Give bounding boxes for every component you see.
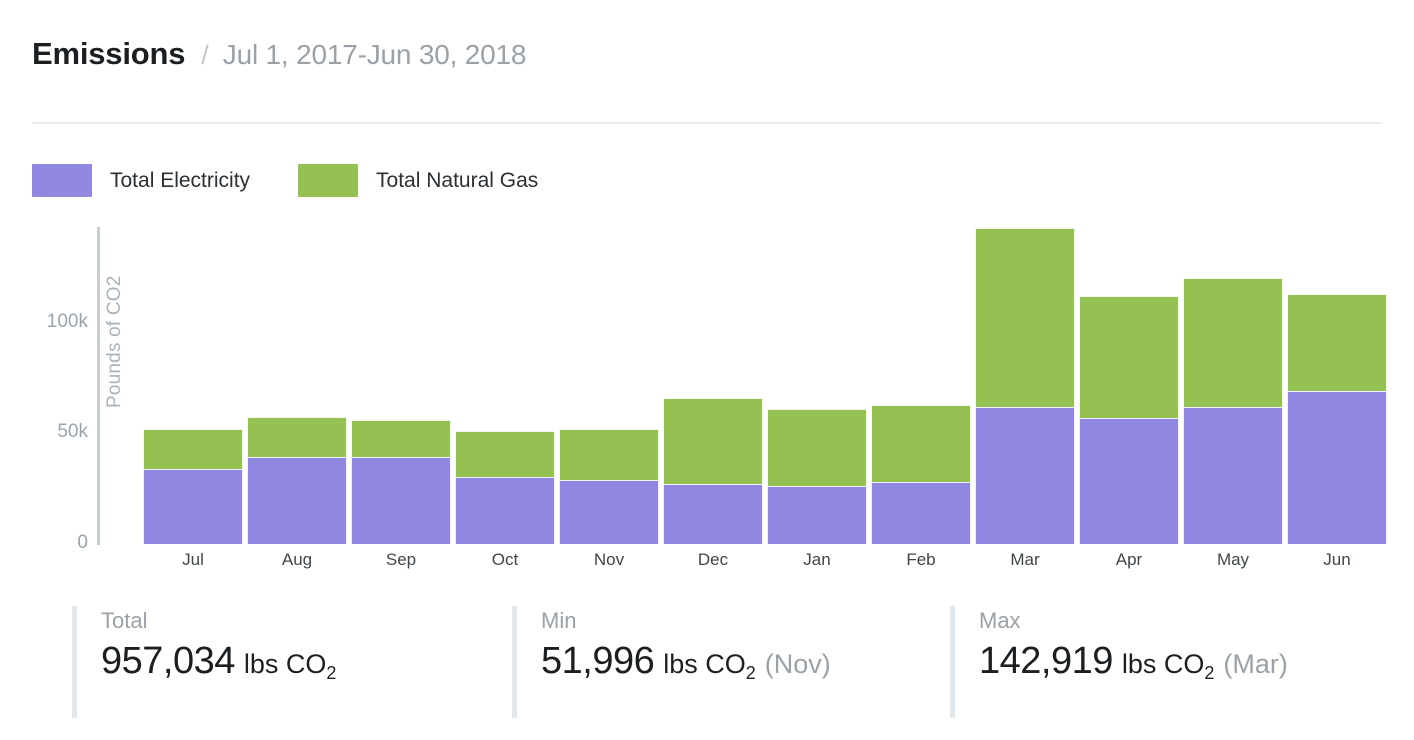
bar-segment-natural-gas[interactable] xyxy=(663,397,763,485)
x-axis-label: Jan xyxy=(803,550,831,569)
stat-label: Min xyxy=(541,608,577,633)
x-axis-label: Mar xyxy=(1010,550,1040,569)
stat-card-max: Max 142,919 lbs CO2 (Mar) xyxy=(950,606,1288,718)
y-axis-tick: 0 xyxy=(77,532,88,553)
stat-label: Total xyxy=(101,608,148,633)
x-axis-label: Apr xyxy=(1115,550,1143,569)
y-axis-tick: 100k xyxy=(46,310,88,332)
bar-segment-natural-gas[interactable] xyxy=(455,431,555,477)
x-axis-label: Oct xyxy=(491,550,519,569)
stat-value: 51,996 xyxy=(541,640,655,682)
summary-stats: Total 957,034 lbs CO2 Min 51,996 lbs CO2 (Nov)… xyxy=(0,606,1414,726)
legend-item-electricity[interactable]: Total Electricity xyxy=(32,164,250,197)
bar-segment-electricity[interactable] xyxy=(1287,391,1387,544)
stat-value-row: 957,034 lbs CO2 xyxy=(101,640,336,683)
x-axis-labels: Jul Aug Sep Oct Nov Dec Jan Feb Mar Apr May Jun xyxy=(143,550,1392,580)
legend-swatch-electricity xyxy=(32,164,92,197)
bar-group[interactable] xyxy=(663,397,763,544)
stat-divider xyxy=(72,606,77,718)
chart-plot-area xyxy=(143,212,1392,544)
breadcrumb-separator: / xyxy=(201,40,209,70)
bar-group[interactable] xyxy=(767,409,867,544)
stat-card-total: Total 957,034 lbs CO2 xyxy=(72,606,336,718)
bar-group[interactable] xyxy=(559,428,659,544)
bar-segment-electricity[interactable] xyxy=(559,479,659,544)
bar-segment-natural-gas[interactable] xyxy=(975,227,1075,407)
bar-segment-electricity[interactable] xyxy=(871,482,971,544)
bar-segment-natural-gas[interactable] xyxy=(1287,293,1387,392)
bar-segment-natural-gas[interactable] xyxy=(767,409,867,487)
bar-segment-electricity[interactable] xyxy=(1183,406,1283,544)
x-axis-label: Jun xyxy=(1323,550,1351,569)
bar-segment-electricity[interactable] xyxy=(767,486,867,544)
x-axis-label: May xyxy=(1216,550,1250,569)
chart-legend: Total Electricity Total Natural Gas xyxy=(32,164,586,197)
bar-segment-electricity[interactable] xyxy=(975,406,1075,544)
stat-unit: lbs CO2 xyxy=(663,649,756,683)
bar-group[interactable] xyxy=(455,431,555,544)
bar-segment-electricity[interactable] xyxy=(663,484,763,544)
bar-segment-natural-gas[interactable] xyxy=(871,404,971,483)
bar-group[interactable] xyxy=(1079,296,1179,544)
legend-label-natural-gas: Total Natural Gas xyxy=(376,168,539,192)
bar-segment-electricity[interactable] xyxy=(247,456,347,544)
bar-segment-natural-gas[interactable] xyxy=(351,420,451,457)
x-axis-label: Dec xyxy=(697,550,729,569)
stat-value: 142,919 xyxy=(979,640,1113,682)
bar-group[interactable] xyxy=(871,404,971,544)
bar-segment-natural-gas[interactable] xyxy=(559,428,659,480)
x-axis-label: Aug xyxy=(281,550,313,569)
stat-value-row: 142,919 lbs CO2 (Mar) xyxy=(979,640,1288,683)
bar-group[interactable] xyxy=(143,428,243,544)
bar-segment-electricity[interactable] xyxy=(1079,417,1179,544)
bar-group[interactable] xyxy=(1287,293,1387,544)
x-axis-label: Feb xyxy=(906,550,936,569)
bar-group[interactable] xyxy=(351,420,451,544)
emissions-dashboard: Emissions / Jul 1, 2017-Jun 30, 2018 Tot… xyxy=(0,0,1414,740)
x-axis-label: Sep xyxy=(385,550,417,569)
stat-card-min: Min 51,996 lbs CO2 (Nov) xyxy=(512,606,831,718)
emissions-chart: 0 50k 100k Pounds of CO2 Jul Aug Sep Oct Nov De… xyxy=(0,212,1414,582)
stat-divider xyxy=(512,606,517,718)
legend-label-electricity: Total Electricity xyxy=(110,168,251,192)
page-header: Emissions / Jul 1, 2017-Jun 30, 2018 xyxy=(32,36,526,72)
legend-item-natural-gas[interactable]: Total Natural Gas xyxy=(298,164,538,197)
bar-segment-natural-gas[interactable] xyxy=(1079,296,1179,418)
stat-label: Max xyxy=(979,608,1021,633)
y-axis-line xyxy=(97,227,100,545)
stat-note: (Nov) xyxy=(764,649,831,679)
bar-segment-natural-gas[interactable] xyxy=(143,428,243,469)
date-range-label: Jul 1, 2017-Jun 30, 2018 xyxy=(222,39,527,70)
x-axis-label: Nov xyxy=(593,550,625,569)
bar-segment-electricity[interactable] xyxy=(143,468,243,544)
x-axis-label: Jul xyxy=(182,550,204,569)
bar-segment-natural-gas[interactable] xyxy=(247,416,347,457)
stat-value-row: 51,996 lbs CO2 (Nov) xyxy=(541,640,831,683)
header-divider xyxy=(32,122,1382,124)
bar-group[interactable] xyxy=(1183,278,1283,544)
legend-swatch-natural-gas xyxy=(298,164,359,197)
stat-divider xyxy=(950,606,955,718)
bar-segment-electricity[interactable] xyxy=(351,456,451,544)
stat-value: 957,034 xyxy=(101,640,235,682)
bar-segment-natural-gas[interactable] xyxy=(1183,278,1283,407)
bar-group[interactable] xyxy=(247,416,347,544)
stat-unit: lbs CO2 xyxy=(1121,649,1215,683)
y-axis-title: Pounds of CO2 xyxy=(104,275,125,408)
y-axis-tick: 50k xyxy=(57,421,88,443)
bar-group[interactable] xyxy=(975,227,1075,544)
stat-note: (Mar) xyxy=(1223,649,1288,679)
page-title: Emissions xyxy=(32,36,186,71)
bar-segment-electricity[interactable] xyxy=(455,476,555,544)
stat-unit: lbs CO2 xyxy=(243,649,337,683)
